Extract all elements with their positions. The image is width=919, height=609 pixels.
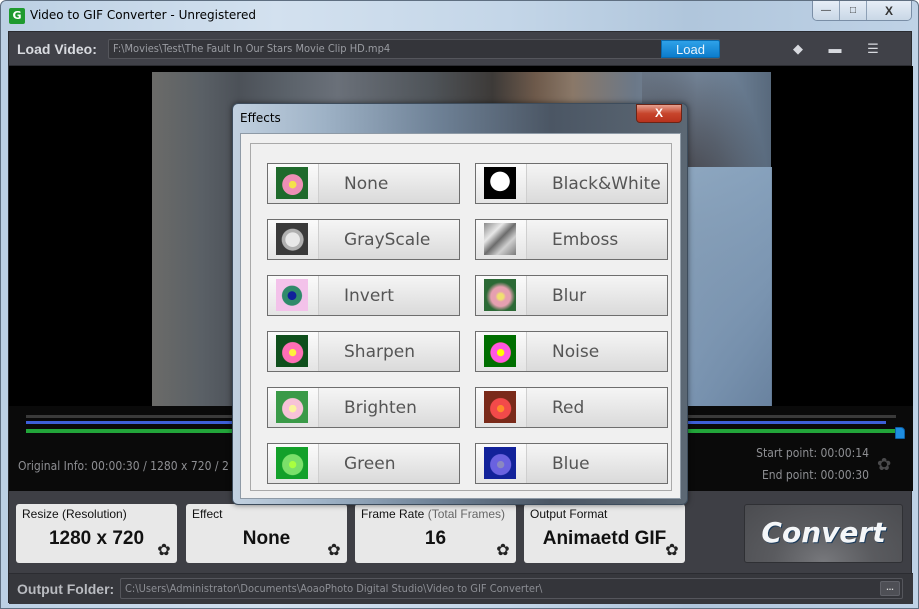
effect-thumb-box <box>476 388 527 427</box>
effect-noise-button[interactable]: Noise <box>475 331 668 372</box>
effects-dialog-title: Effects <box>240 111 281 125</box>
app-window: G Video to GIF Converter - Unregistered … <box>0 0 919 609</box>
effect-label: Emboss <box>552 230 619 250</box>
effect-none-button[interactable]: None <box>267 163 460 204</box>
effect-brighten-thumbnail <box>276 391 308 423</box>
effect-thumb-box <box>268 220 319 259</box>
effect-label: Invert <box>344 286 394 306</box>
effect-none-thumbnail <box>276 167 308 199</box>
effect-emboss-button[interactable]: Emboss <box>475 219 668 260</box>
frame-rate-title: Frame Rate (Total Frames) <box>361 507 505 521</box>
effect-thumb-box <box>268 388 319 427</box>
effect-label: None <box>344 174 389 194</box>
effect-red-button[interactable]: Red <box>475 387 668 428</box>
video-path-input[interactable]: F:\Movies\Test\The Fault In Our Stars Mo… <box>108 39 720 59</box>
effect-label: Blue <box>552 454 590 474</box>
window-controls: — □ X <box>812 1 912 21</box>
effect-label: Blur <box>552 286 587 306</box>
effect-black-white-button[interactable]: Black&White <box>475 163 668 204</box>
load-button[interactable]: Load <box>661 40 720 58</box>
effect-label: Black&White <box>552 174 661 194</box>
effect-thumb-box <box>476 220 527 259</box>
end-point: End point: 00:00:30 <box>761 468 869 482</box>
browse-folder-button[interactable]: ... <box>880 581 900 596</box>
effect-black-white-thumbnail <box>484 167 516 199</box>
resize-value: 1280 x 720 <box>48 528 145 549</box>
load-video-label: Load Video: <box>17 41 97 57</box>
tag-icon[interactable]: ◆ <box>790 41 806 57</box>
frame-detail <box>682 167 772 407</box>
comment-icon[interactable]: ▬ <box>827 41 843 57</box>
effect-gear-icon[interactable]: ✿ <box>325 542 343 560</box>
effects-dialog-body: None Black&White GrayScale Emboss Invert <box>240 133 681 499</box>
effect-label: Brighten <box>344 398 417 418</box>
effect-noise-thumbnail <box>484 335 516 367</box>
effect-grayscale-button[interactable]: GrayScale <box>267 219 460 260</box>
effect-invert-button[interactable]: Invert <box>267 275 460 316</box>
effect-thumb-box <box>476 276 527 315</box>
effects-group: None Black&White GrayScale Emboss Invert <box>250 143 672 491</box>
output-folder-input[interactable]: C:\Users\Administrator\Documents\AoaoPho… <box>120 578 903 599</box>
output-format-gear-icon[interactable]: ✿ <box>663 542 681 560</box>
effect-thumb-box <box>268 444 319 483</box>
effect-label: Green <box>344 454 396 474</box>
frame-rate-card[interactable]: Frame Rate (Total Frames) 16 ✿ <box>355 504 516 563</box>
effect-grayscale-thumbnail <box>276 223 308 255</box>
effect-blue-button[interactable]: Blue <box>475 443 668 484</box>
effect-value: None <box>242 528 291 549</box>
effect-green-thumbnail <box>276 447 308 479</box>
frame-rate-title-main: Frame Rate <box>361 507 425 521</box>
frame-rate-title-sub: (Total Frames) <box>427 507 506 521</box>
effect-thumb-box <box>268 164 319 203</box>
load-video-bar: Load Video: F:\Movies\Test\The Fault In … <box>9 32 911 66</box>
effect-thumb-box <box>476 444 527 483</box>
effect-thumb-box <box>268 332 319 371</box>
maximize-button[interactable]: □ <box>840 1 867 20</box>
minimize-button[interactable]: — <box>813 1 840 20</box>
effect-blur-button[interactable]: Blur <box>475 275 668 316</box>
title-bar: G Video to GIF Converter - Unregistered … <box>1 1 918 31</box>
effect-card[interactable]: Effect None ✿ <box>186 504 347 563</box>
output-folder-label: Output Folder: <box>17 581 115 597</box>
frame-rate-value: 16 <box>424 528 447 549</box>
output-format-value: Animaetd GIF <box>542 528 667 549</box>
effect-sharpen-thumbnail <box>276 335 308 367</box>
effect-blur-thumbnail <box>484 279 516 311</box>
effect-blue-thumbnail <box>484 447 516 479</box>
effect-thumb-box <box>268 276 319 315</box>
effect-title: Effect <box>192 507 223 521</box>
end-point-handle[interactable] <box>895 427 905 439</box>
effects-dialog: Effects X None Black&White GrayScale Emb… <box>232 103 688 505</box>
effect-brighten-button[interactable]: Brighten <box>267 387 460 428</box>
convert-button[interactable]: Convert <box>744 504 903 563</box>
effects-dialog-close-button[interactable]: X <box>636 104 682 123</box>
effect-invert-thumbnail <box>276 279 308 311</box>
register-icon[interactable]: ☰ <box>865 41 881 57</box>
effect-label: Red <box>552 398 585 418</box>
effect-thumb-box <box>476 332 527 371</box>
frame-rate-gear-icon[interactable]: ✿ <box>494 542 512 560</box>
effect-red-thumbnail <box>484 391 516 423</box>
output-format-card[interactable]: Output Format Animaetd GIF ✿ <box>524 504 685 563</box>
effect-label: Sharpen <box>344 342 415 362</box>
effect-label: Noise <box>552 342 600 362</box>
resize-gear-icon[interactable]: ✿ <box>155 542 173 560</box>
effect-label: GrayScale <box>344 230 431 250</box>
time-settings-gear-icon[interactable]: ✿ <box>877 456 895 474</box>
app-logo-icon: G <box>9 8 25 24</box>
window-title: Video to GIF Converter - Unregistered <box>30 8 256 22</box>
start-point: Start point: 00:00:14 <box>756 446 869 460</box>
effect-thumb-box <box>476 164 527 203</box>
resize-title: Resize (Resolution) <box>22 507 127 521</box>
output-format-title: Output Format <box>530 507 608 521</box>
original-info: Original Info: 00:00:30 / 1280 x 720 / 2 <box>18 459 229 473</box>
effect-green-button[interactable]: Green <box>267 443 460 484</box>
resize-card[interactable]: Resize (Resolution) 1280 x 720 ✿ <box>16 504 177 563</box>
output-folder-bar: Output Folder: C:\Users\Administrator\Do… <box>9 573 913 604</box>
effect-emboss-thumbnail <box>484 223 516 255</box>
close-button[interactable]: X <box>867 1 911 20</box>
effect-sharpen-button[interactable]: Sharpen <box>267 331 460 372</box>
